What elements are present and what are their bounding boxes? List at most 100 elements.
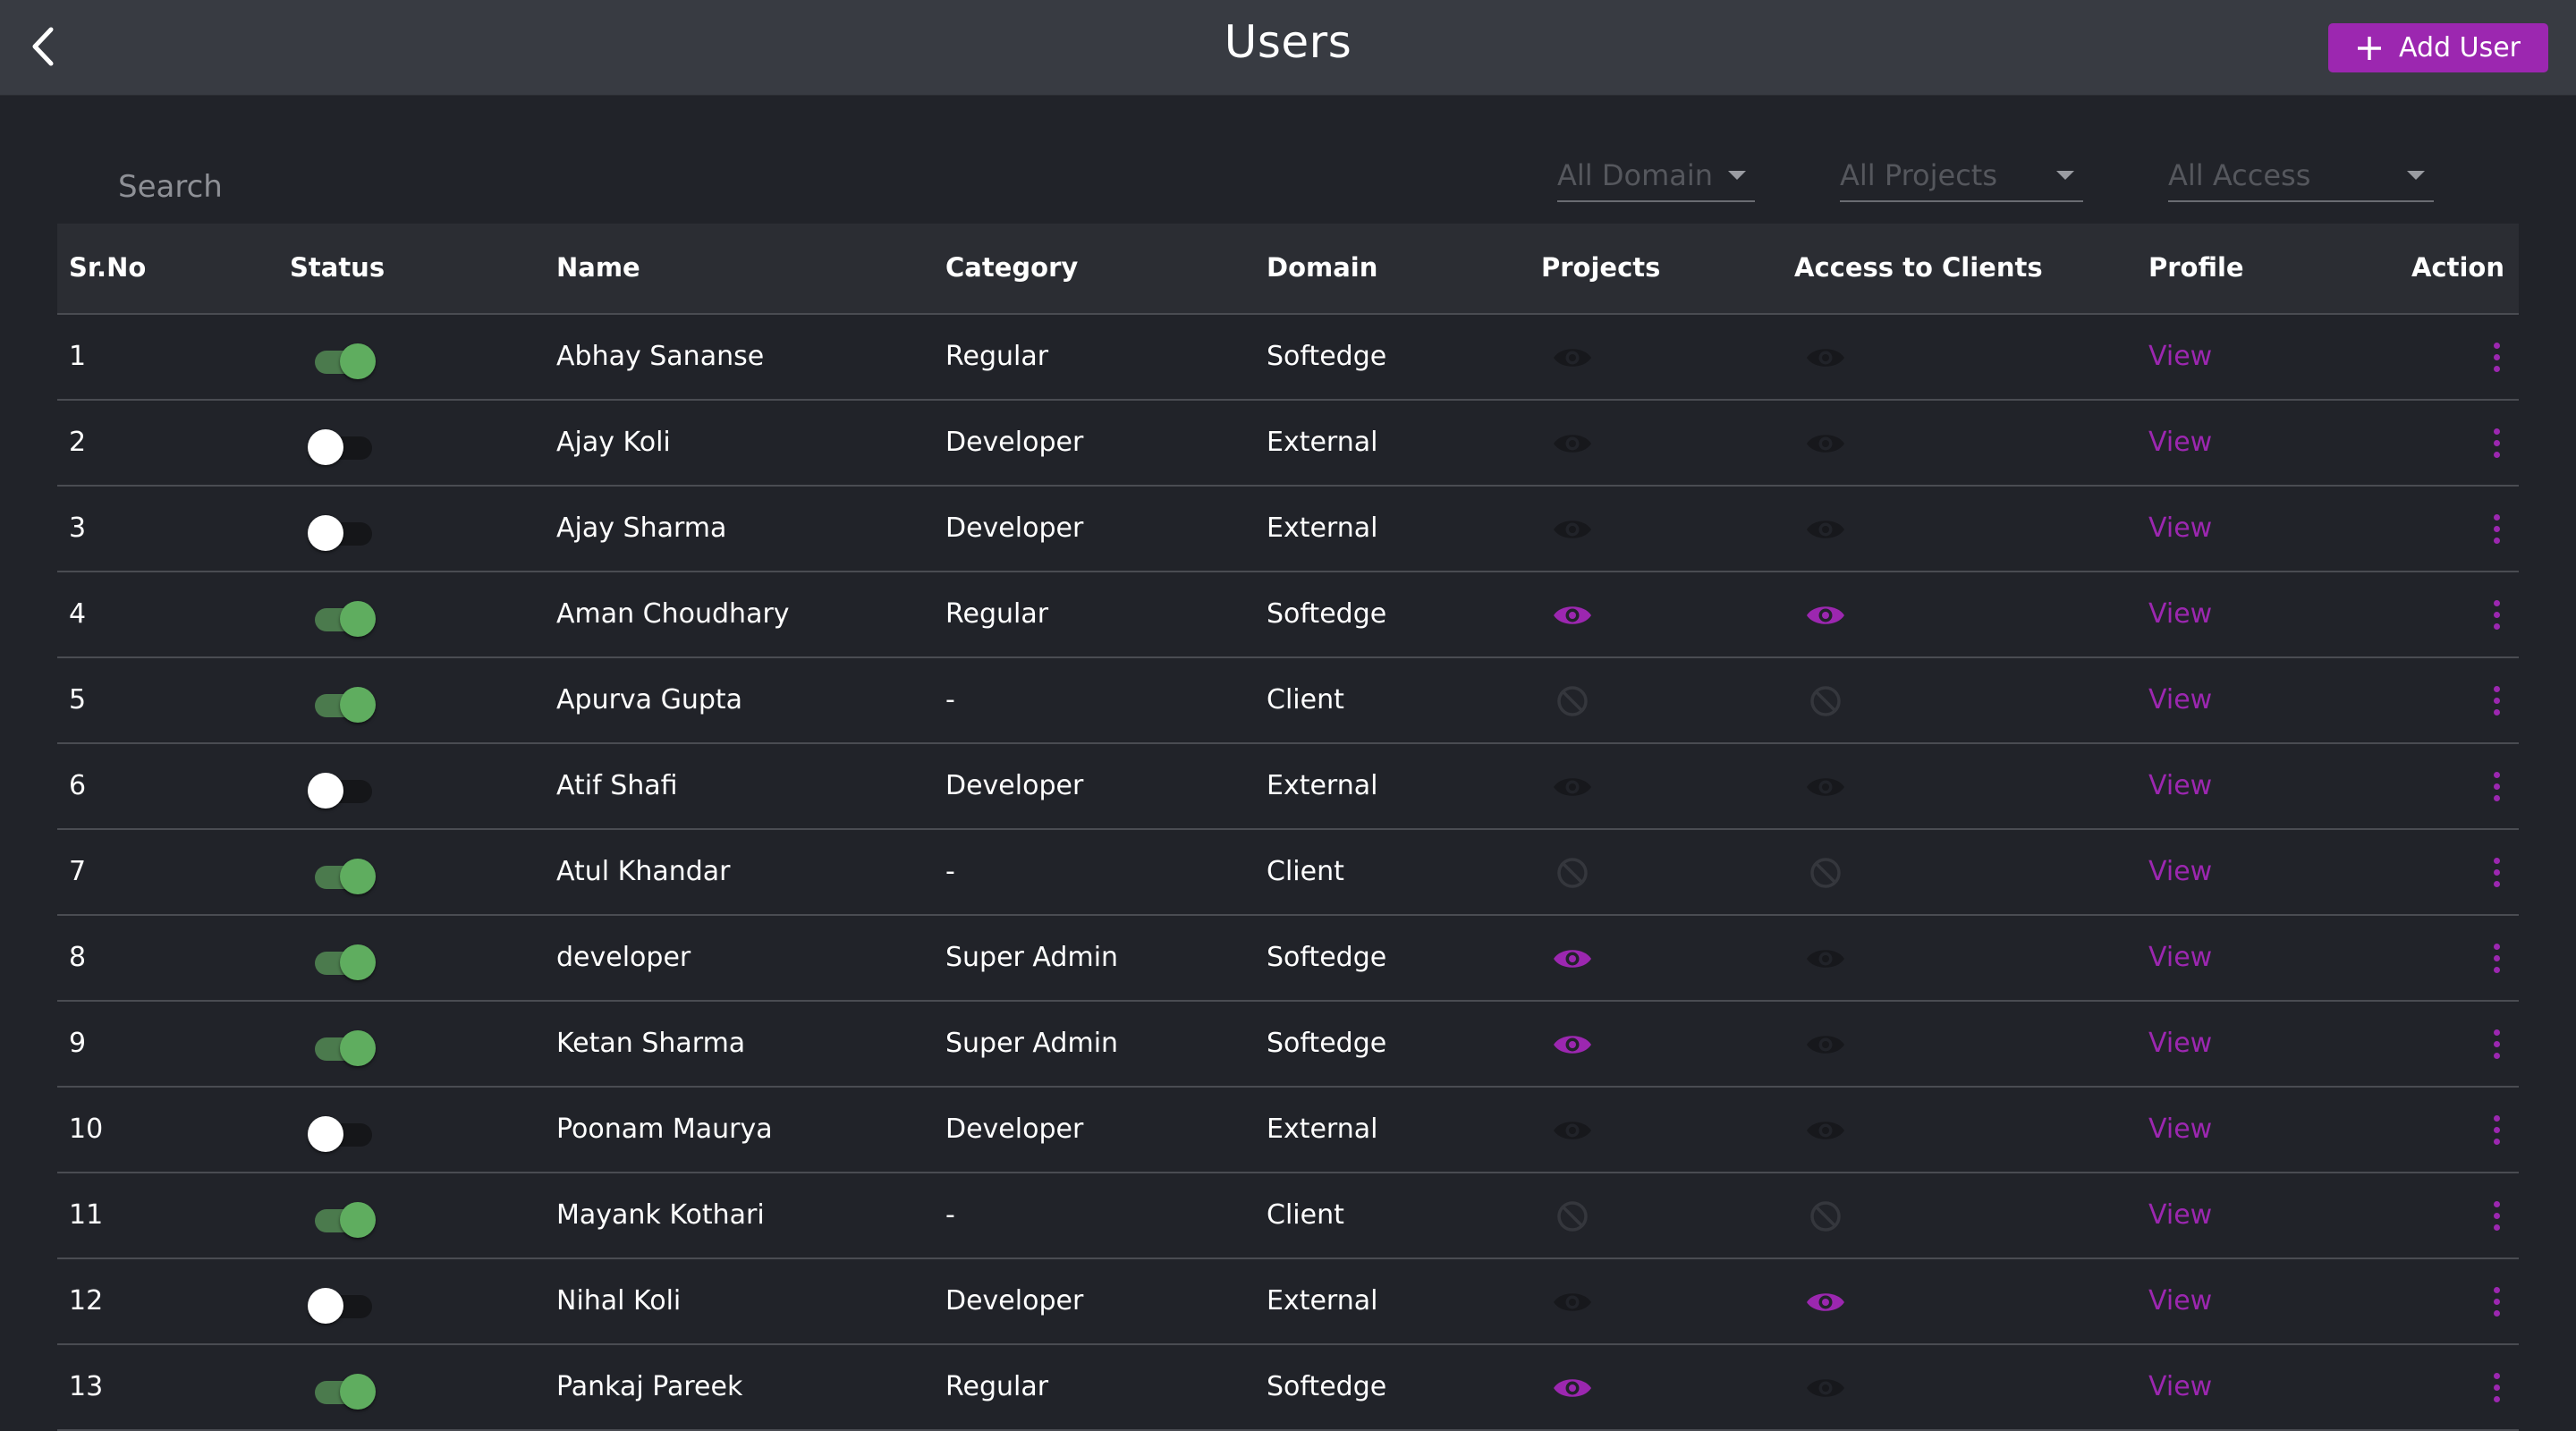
view-profile-link[interactable]: View: [2148, 1113, 2212, 1145]
row-srno: 2: [69, 427, 87, 458]
projects-visibility-button[interactable]: [1552, 511, 1593, 548]
status-toggle[interactable]: [308, 1368, 379, 1410]
eye-icon: [1807, 521, 1844, 538]
more-actions-icon[interactable]: [2483, 764, 2510, 809]
table-header: Sr.No Status Name Category Domain Projec…: [57, 224, 2519, 315]
access-visibility-button[interactable]: [1805, 1283, 1846, 1321]
toggle-knob: [308, 1288, 343, 1324]
more-actions-icon[interactable]: [2483, 678, 2510, 723]
view-profile-link[interactable]: View: [2148, 942, 2212, 973]
view-profile-link[interactable]: View: [2148, 1371, 2212, 1402]
view-profile-link[interactable]: View: [2148, 684, 2212, 716]
access-visibility-button[interactable]: [1805, 425, 1846, 462]
eye-icon: [1554, 1379, 1591, 1397]
more-actions-icon[interactable]: [2483, 1021, 2510, 1066]
access-visibility-button[interactable]: [1805, 854, 1846, 892]
status-toggle[interactable]: [308, 853, 379, 894]
eye-icon: [1807, 778, 1844, 796]
row-srno: 13: [69, 1371, 104, 1402]
view-profile-link[interactable]: View: [2148, 1199, 2212, 1231]
projects-visibility-button[interactable]: [1552, 768, 1593, 806]
eye-icon: [1554, 1122, 1591, 1139]
more-actions-icon[interactable]: [2483, 1279, 2510, 1324]
eye-icon: [1554, 1293, 1591, 1311]
row-domain: Softedge: [1267, 341, 1387, 372]
more-actions-icon[interactable]: [2483, 1193, 2510, 1238]
projects-visibility-button[interactable]: [1552, 339, 1593, 377]
access-visibility-button[interactable]: [1805, 768, 1846, 806]
eye-icon: [1807, 349, 1844, 367]
view-profile-link[interactable]: View: [2148, 427, 2212, 458]
more-actions-icon[interactable]: [2483, 850, 2510, 894]
status-toggle[interactable]: [308, 939, 379, 980]
more-actions-icon[interactable]: [2483, 334, 2510, 379]
domain-filter-select[interactable]: All Domain: [1557, 150, 1755, 202]
row-name: Nihal Koli: [556, 1285, 682, 1317]
view-profile-link[interactable]: View: [2148, 1285, 2212, 1317]
eye-icon: [1807, 606, 1844, 624]
row-domain: External: [1267, 427, 1378, 458]
view-profile-link[interactable]: View: [2148, 512, 2212, 544]
projects-visibility-button[interactable]: [1552, 597, 1593, 634]
add-user-button[interactable]: Add User: [2328, 23, 2548, 72]
status-toggle[interactable]: [308, 1197, 379, 1238]
more-actions-icon[interactable]: [2483, 506, 2510, 551]
status-toggle[interactable]: [308, 767, 379, 809]
access-visibility-button[interactable]: [1805, 1198, 1846, 1235]
access-filter-label: All Access: [2168, 158, 2311, 192]
more-actions-icon[interactable]: [2483, 420, 2510, 465]
row-name: Abhay Sananse: [556, 341, 765, 372]
projects-visibility-button[interactable]: [1552, 1112, 1593, 1149]
access-visibility-button[interactable]: [1805, 682, 1846, 720]
projects-visibility-button[interactable]: [1552, 1026, 1593, 1063]
access-visibility-button[interactable]: [1805, 1026, 1846, 1063]
more-actions-icon[interactable]: [2483, 936, 2510, 980]
table-row: 6 Atif Shafi Developer External View: [57, 744, 2519, 830]
access-visibility-button[interactable]: [1805, 339, 1846, 377]
view-profile-link[interactable]: View: [2148, 341, 2212, 372]
row-srno: 3: [69, 512, 87, 544]
projects-visibility-button[interactable]: [1552, 940, 1593, 978]
table-row: 9 Ketan Sharma Super Admin Softedge View: [57, 1002, 2519, 1088]
row-domain: Softedge: [1267, 1371, 1387, 1402]
status-toggle[interactable]: [308, 424, 379, 465]
access-visibility-button[interactable]: [1805, 1112, 1846, 1149]
projects-filter-select[interactable]: All Projects: [1840, 150, 2083, 202]
status-toggle[interactable]: [308, 338, 379, 379]
projects-visibility-button[interactable]: [1552, 425, 1593, 462]
status-toggle[interactable]: [308, 596, 379, 637]
eye-icon: [1554, 521, 1591, 538]
view-profile-link[interactable]: View: [2148, 856, 2212, 887]
more-actions-icon[interactable]: [2483, 1365, 2510, 1410]
status-toggle[interactable]: [308, 1283, 379, 1324]
projects-visibility-button[interactable]: [1552, 854, 1593, 892]
more-actions-icon[interactable]: [2483, 1107, 2510, 1152]
search-input[interactable]: [116, 159, 746, 215]
view-profile-link[interactable]: View: [2148, 770, 2212, 801]
access-filter-select[interactable]: All Access: [2168, 150, 2434, 202]
access-visibility-button[interactable]: [1805, 1369, 1846, 1407]
access-visibility-button[interactable]: [1805, 511, 1846, 548]
blocked-icon: [1810, 858, 1841, 888]
eye-icon: [1554, 1036, 1591, 1054]
status-toggle[interactable]: [308, 1111, 379, 1152]
status-toggle[interactable]: [308, 682, 379, 723]
more-actions-icon[interactable]: [2483, 592, 2510, 637]
view-profile-link[interactable]: View: [2148, 1028, 2212, 1059]
view-profile-link[interactable]: View: [2148, 598, 2212, 630]
projects-visibility-button[interactable]: [1552, 1283, 1593, 1321]
column-header-status: Status: [290, 252, 386, 283]
projects-visibility-button[interactable]: [1552, 682, 1593, 720]
projects-visibility-button[interactable]: [1552, 1369, 1593, 1407]
status-toggle[interactable]: [308, 1025, 379, 1066]
projects-visibility-button[interactable]: [1552, 1198, 1593, 1235]
row-domain: Softedge: [1267, 598, 1387, 630]
row-name: Atul Khandar: [556, 856, 731, 887]
column-header-action: Action: [2411, 252, 2504, 283]
row-srno: 10: [69, 1113, 104, 1145]
status-toggle[interactable]: [308, 510, 379, 551]
access-visibility-button[interactable]: [1805, 597, 1846, 634]
row-name: Poonam Maurya: [556, 1113, 773, 1145]
access-visibility-button[interactable]: [1805, 940, 1846, 978]
toggle-knob: [308, 429, 343, 465]
